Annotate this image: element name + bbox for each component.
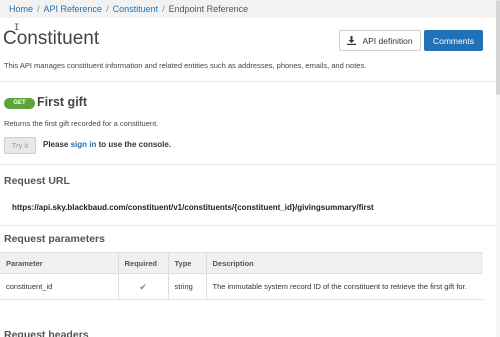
signin-prefix: Please [43, 140, 69, 149]
breadcrumb-separator: / [37, 4, 40, 14]
param-name: constituent_id [0, 273, 118, 300]
breadcrumb-constituent[interactable]: Constituent [113, 4, 159, 14]
request-url-heading: Request URL [4, 175, 70, 187]
breadcrumb-home[interactable]: Home [9, 4, 33, 14]
column-header-parameter: Parameter [0, 252, 118, 274]
comments-button[interactable]: Comments [424, 30, 483, 51]
divider [0, 164, 500, 165]
column-header-required: Required [117, 252, 168, 274]
table-header-row: Parameter Required Type Description [0, 252, 483, 274]
operation-description: Returns the first gift recorded for a co… [4, 119, 159, 128]
scrollbar-thumb[interactable] [496, 0, 500, 95]
breadcrumb: Home / API Reference / Constituent / Endpoint … [0, 0, 500, 18]
column-header-type: Type [167, 252, 206, 274]
column-header-description: Description [205, 252, 483, 274]
operation-title: First gift [37, 95, 87, 109]
download-icon [347, 36, 357, 45]
checkmark-icon: ✔ [139, 282, 147, 292]
api-definition-label: API definition [362, 35, 413, 46]
request-parameters-heading: Request parameters [4, 233, 105, 245]
param-type: string [167, 273, 206, 300]
request-parameters-table: Parameter Required Type Description cons… [0, 252, 483, 300]
table-row: constituent_id ✔ string The immutable sy… [0, 273, 483, 300]
breadcrumb-current: Endpoint Reference [168, 4, 249, 14]
http-method-badge: GET [4, 98, 35, 109]
signin-message: Please sign in to use the console. [43, 140, 171, 149]
request-headers-heading: Request headers [4, 329, 89, 337]
breadcrumb-separator: / [162, 4, 165, 14]
page-title: Constituent [3, 28, 100, 49]
api-description: This API manages constituent information… [4, 61, 367, 70]
try-it-button[interactable]: Try it [4, 137, 36, 154]
breadcrumb-api-reference[interactable]: API Reference [44, 4, 103, 14]
request-url-value: https://api.sky.blackbaud.com/constituen… [12, 203, 374, 212]
api-definition-button[interactable]: API definition [339, 30, 421, 51]
param-description: The immutable system record ID of the co… [205, 273, 483, 300]
divider [0, 81, 500, 82]
breadcrumb-separator: / [106, 4, 109, 14]
signin-link[interactable]: sign in [71, 140, 97, 149]
divider [0, 225, 500, 226]
signin-suffix: to use the console. [98, 140, 172, 149]
param-required: ✔ [117, 273, 168, 300]
